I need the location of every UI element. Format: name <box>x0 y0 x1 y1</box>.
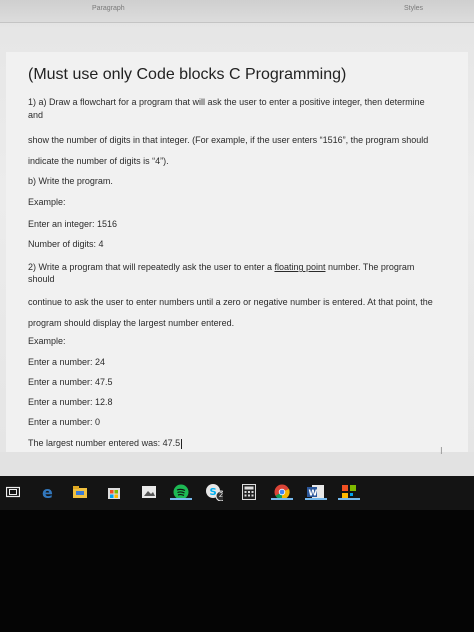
photos-icon[interactable] <box>140 483 158 501</box>
monitor-bezel <box>0 510 474 632</box>
text-line: Example: <box>28 197 66 207</box>
calculator-icon[interactable] <box>240 483 258 501</box>
svg-text:W: W <box>309 489 318 498</box>
store-icon[interactable] <box>105 483 123 501</box>
task-view-icon[interactable] <box>4 483 22 501</box>
text-line: Number of digits: 4 <box>28 239 104 249</box>
ribbon: Paragraph Styles <box>0 0 474 23</box>
text-line: and <box>28 110 44 120</box>
skype-badge: 2 <box>219 492 223 499</box>
screen: Paragraph Styles (Must use only Code blo… <box>0 0 474 480</box>
word-icon[interactable]: W <box>305 483 327 501</box>
ribbon-paragraph-label[interactable]: Paragraph <box>92 5 125 12</box>
text-line: indicate the number of digits is “4”). <box>28 156 169 166</box>
text-line: 2) Write a program that will repeatedly … <box>28 262 414 272</box>
chrome-icon[interactable] <box>271 483 293 501</box>
file-explorer-icon[interactable] <box>71 483 89 501</box>
text-line: continue to ask the user to enter number… <box>28 297 433 307</box>
text-line: show the number of digits in that intege… <box>28 135 429 145</box>
active-indicator <box>338 498 360 500</box>
edge-icon[interactable]: e <box>39 483 57 501</box>
text-line: Enter a number: 47.5 <box>28 377 113 387</box>
text-line: 1) a) Draw a flowchart for a program tha… <box>28 97 425 107</box>
app-icon[interactable] <box>338 483 360 501</box>
last-line-text: The largest number entered was: 47.5 <box>28 438 181 448</box>
active-indicator <box>170 498 192 500</box>
svg-text:e: e <box>42 484 53 500</box>
text-line: Example: <box>28 336 66 346</box>
mouse-cursor-icon: I <box>440 446 443 457</box>
text-segment: 2) Write a program that will repeatedly … <box>28 262 275 272</box>
text-line: Enter a number: 24 <box>28 357 106 367</box>
active-indicator <box>305 498 327 500</box>
document-page[interactable] <box>6 52 468 452</box>
text-line: The largest number entered was: 47.5 <box>28 438 183 449</box>
text-segment-underlined: floating point <box>274 262 326 272</box>
active-indicator <box>271 498 293 500</box>
document-title: (Must use only Code blocks C Programming… <box>28 66 347 83</box>
text-line: Enter a number: 12.8 <box>28 397 113 407</box>
text-segment: number. The program <box>325 262 415 272</box>
text-cursor <box>181 438 183 449</box>
taskbar: e S 2 W <box>0 476 474 510</box>
text-line: Enter an integer: 1516 <box>28 219 118 229</box>
text-line: Enter a number: 0 <box>28 417 101 427</box>
text-line: should <box>28 274 55 284</box>
ribbon-styles-label[interactable]: Styles <box>404 5 423 12</box>
text-line: program should display the largest numbe… <box>28 318 235 328</box>
skype-icon[interactable]: S 2 <box>205 483 223 501</box>
spotify-icon[interactable] <box>170 483 192 501</box>
text-line: b) Write the program. <box>28 176 113 186</box>
